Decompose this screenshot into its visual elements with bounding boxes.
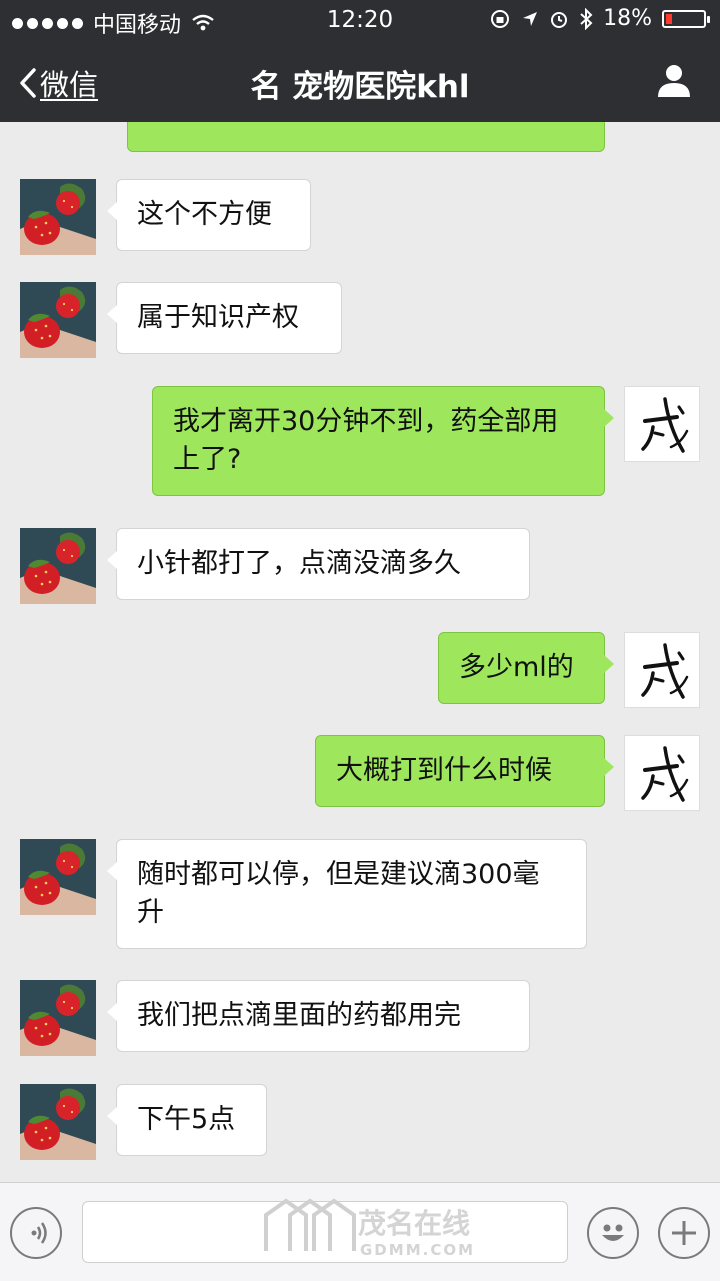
message-bubble[interactable]: 这个不方便: [107, 179, 311, 251]
voice-icon: [31, 1222, 47, 1244]
contact-avatar[interactable]: [20, 839, 96, 915]
status-bar: 中国移动 12:20 18%: [0, 0, 720, 40]
message-bubble[interactable]: 下午5点: [107, 1084, 267, 1156]
message-list[interactable]: 这个不方便 属于知识产权 我才离开30分钟不到，药全部用上了? 小针都打了，点滴…: [0, 122, 720, 1182]
contact-avatar[interactable]: [20, 282, 96, 358]
nav-bar: 微信 名 宠物医院khl: [0, 40, 720, 122]
message-bubble[interactable]: 我们把点滴里面的药都用完: [107, 980, 530, 1052]
contact-avatar[interactable]: [20, 528, 96, 604]
message-bubble[interactable]: 大概打到什么时候: [315, 735, 614, 807]
watermark-logo: 茂名在线 GDMM.COM: [264, 1198, 475, 1259]
bluetooth-icon: [580, 7, 593, 30]
contact-avatar[interactable]: [20, 980, 96, 1056]
watermark-text: 茂名在线: [358, 1207, 470, 1240]
contact-avatar[interactable]: [20, 179, 96, 255]
user-avatar[interactable]: [624, 632, 700, 708]
message-bubble[interactable]: 多少ml的: [438, 632, 614, 704]
emoji-button[interactable]: [587, 1207, 639, 1259]
message-bubble-partial[interactable]: [127, 122, 614, 152]
message-bubble[interactable]: 我才离开30分钟不到，药全部用上了?: [152, 386, 614, 496]
person-icon: [658, 65, 690, 97]
alarm-icon: [551, 11, 568, 28]
contact-info-button[interactable]: [656, 62, 692, 102]
battery-icon: [662, 9, 710, 28]
message-bubble[interactable]: 属于知识产权: [107, 282, 342, 354]
location-icon: [523, 11, 538, 26]
more-button[interactable]: [658, 1207, 710, 1259]
emoji-icon: [602, 1224, 624, 1241]
chat-title: 名 宠物医院khl: [250, 69, 470, 105]
top-bar: 中国移动 12:20 18% 微信 名 宠物医院khl: [0, 0, 720, 122]
rotation-lock-icon: [491, 9, 510, 28]
contact-avatar[interactable]: [20, 1084, 96, 1160]
message-bubble[interactable]: 小针都打了，点滴没滴多久: [107, 528, 530, 600]
input-bar: 茂名在线 GDMM.COM: [0, 1182, 720, 1281]
voice-button[interactable]: [10, 1207, 62, 1259]
message-bubble[interactable]: 随时都可以停，但是建议滴300毫升: [107, 839, 587, 949]
watermark-url: GDMM.COM: [360, 1241, 475, 1259]
user-avatar[interactable]: [624, 386, 700, 462]
plus-icon: [672, 1221, 696, 1245]
battery-percent: 18%: [603, 6, 652, 31]
user-avatar[interactable]: [624, 735, 700, 811]
